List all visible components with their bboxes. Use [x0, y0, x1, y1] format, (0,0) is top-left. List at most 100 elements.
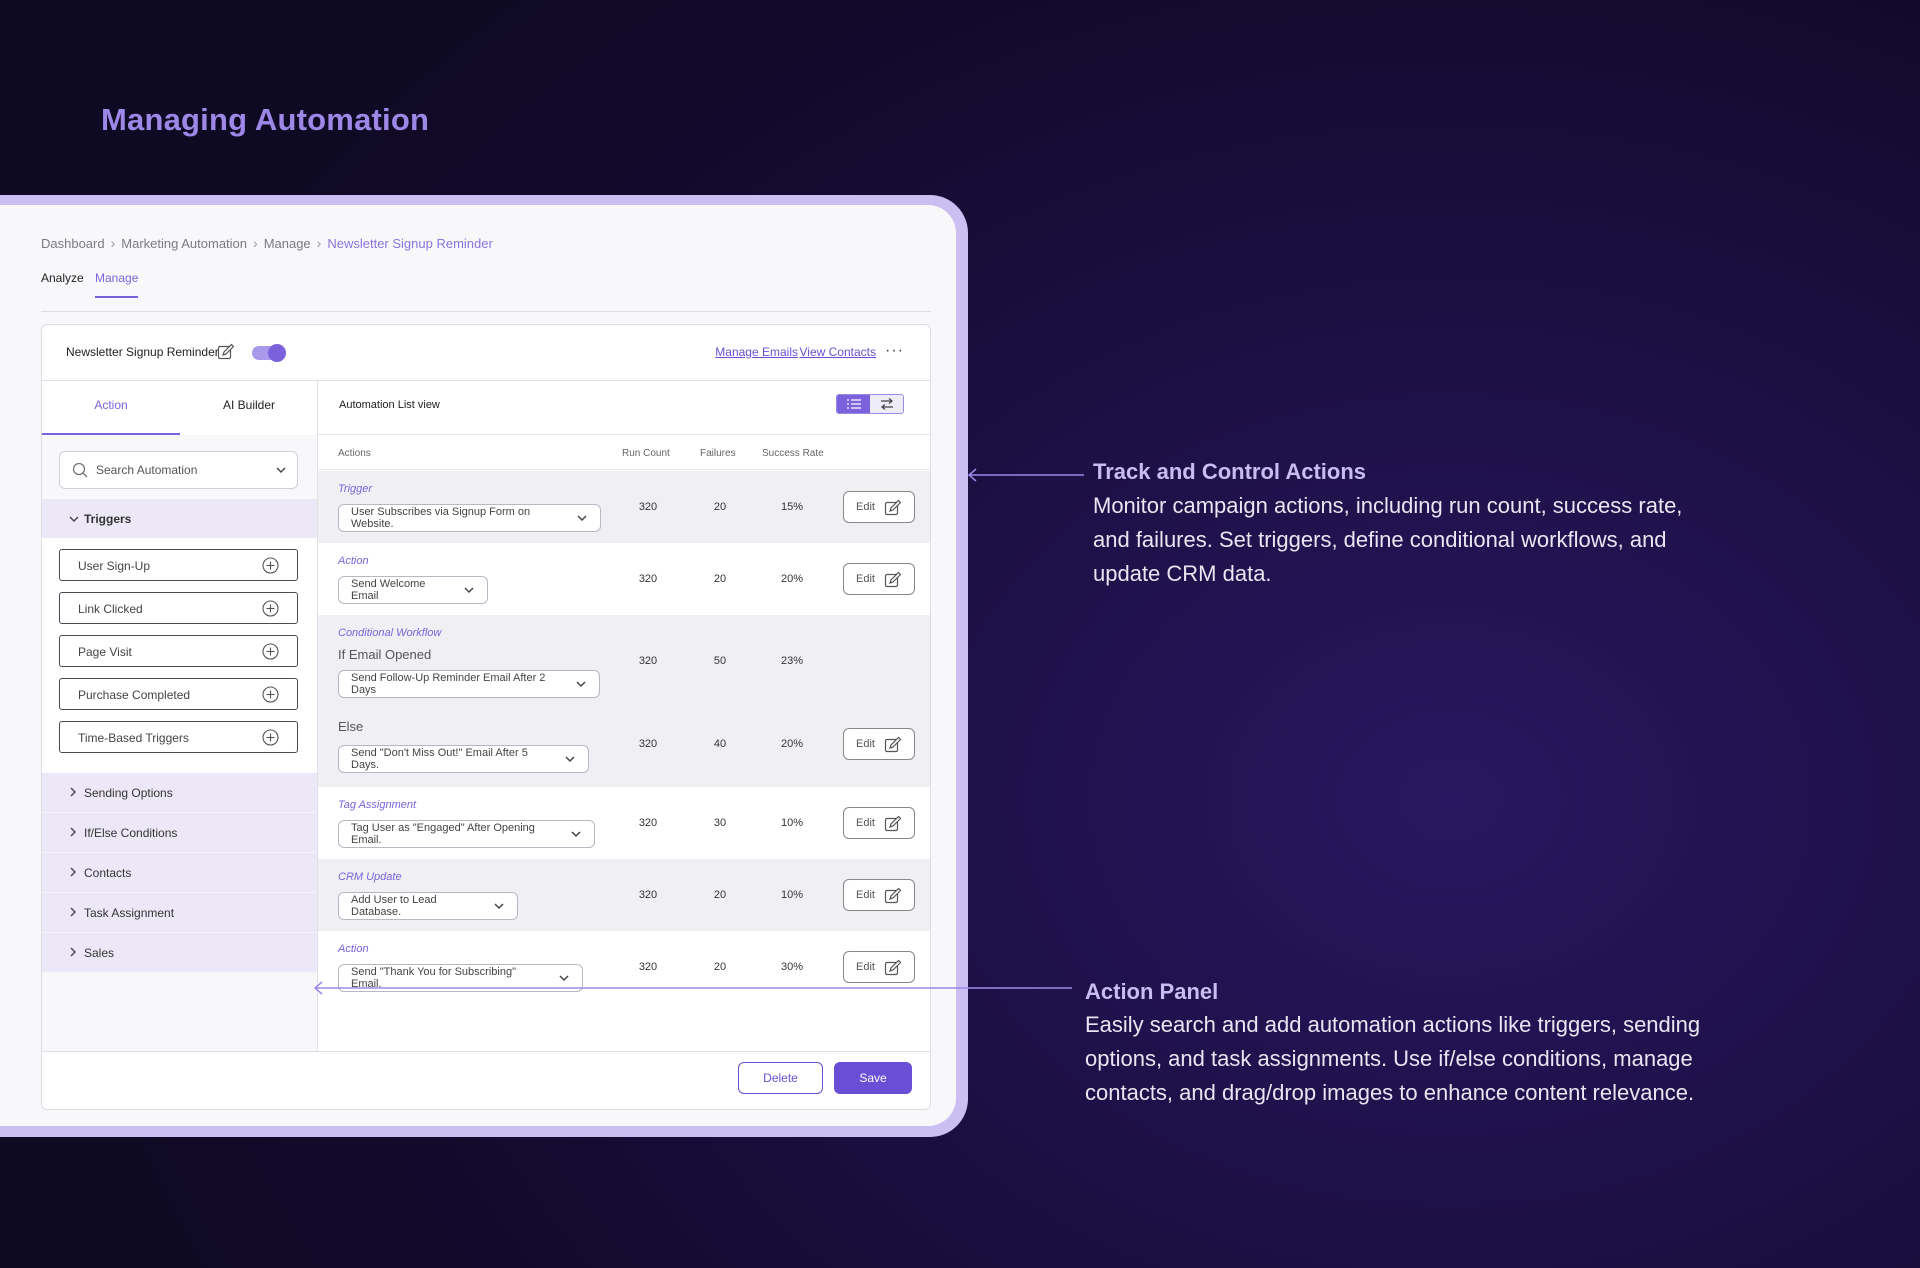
action-dropdown[interactable]: Send Welcome Email — [338, 576, 488, 604]
save-button[interactable]: Save — [834, 1062, 912, 1094]
section-label: Triggers — [84, 512, 132, 526]
edit-label: Edit — [856, 961, 875, 973]
chevron-right-icon — [68, 946, 78, 961]
search-icon — [72, 462, 88, 478]
annotation-track-title: Track and Control Actions — [1093, 459, 1367, 484]
edit-button[interactable]: Edit — [843, 728, 915, 760]
chevron-down-icon — [464, 587, 474, 594]
section-if-else-conditions[interactable]: If/Else Conditions — [42, 813, 317, 853]
run-count: 320 — [638, 738, 658, 750]
breadcrumb: Dashboard › Marketing Automation › Manag… — [41, 235, 493, 251]
manage-emails-link[interactable]: Manage Emails — [715, 345, 798, 359]
list-icon — [846, 399, 861, 409]
trigger-item[interactable]: Purchase Completed — [59, 678, 298, 710]
row-type-label: Action — [338, 555, 369, 567]
edit-button[interactable]: Edit — [843, 807, 915, 839]
section-triggers[interactable]: Triggers — [42, 499, 317, 539]
page-tabs: Analyze Manage — [41, 271, 931, 312]
trigger-item[interactable]: User Sign-Up — [59, 549, 298, 581]
action-dropdown[interactable]: Tag User as "Engaged" After Opening Emai… — [338, 820, 595, 848]
edit-button[interactable]: Edit — [843, 951, 915, 983]
automation-toggle[interactable] — [252, 344, 286, 362]
failures: 40 — [713, 738, 727, 750]
edit-label: Edit — [856, 738, 875, 750]
edit-button[interactable]: Edit — [843, 563, 915, 595]
add-circle-icon[interactable] — [262, 729, 279, 746]
chevron-down-icon — [576, 681, 586, 688]
trigger-item[interactable]: Link Clicked — [59, 592, 298, 624]
delete-button[interactable]: Delete — [738, 1062, 823, 1094]
view-contacts-link[interactable]: View Contacts — [800, 345, 876, 359]
edit-button[interactable]: Edit — [843, 879, 915, 911]
section-contacts[interactable]: Contacts — [42, 853, 317, 893]
add-circle-icon[interactable] — [262, 600, 279, 617]
more-options-icon[interactable]: ··· — [885, 342, 904, 360]
breadcrumb-marketing-automation[interactable]: Marketing Automation — [121, 236, 247, 251]
annotation-panel-desc: Easily search and add automation actions… — [1085, 1012, 1701, 1105]
edit-title-icon[interactable] — [217, 343, 235, 361]
dropdown-value: Send "Don't Miss Out!" Email After 5 Day… — [351, 747, 528, 771]
dropdown-value: Tag User as "Engaged" After Opening Emai… — [351, 822, 535, 846]
failures: 20 — [713, 889, 727, 901]
add-circle-icon[interactable] — [262, 643, 279, 660]
trigger-label: Link Clicked — [78, 602, 143, 616]
tab-manage[interactable]: Manage — [95, 271, 139, 298]
edit-icon — [884, 815, 902, 832]
table-row: Action Send Welcome Email 320 20 20% Edi… — [318, 543, 930, 615]
edit-label: Edit — [856, 817, 875, 829]
chevron-down-icon — [571, 831, 581, 838]
row-type-label: Action — [338, 943, 369, 955]
breadcrumb-current: Newsletter Signup Reminder — [327, 235, 493, 251]
section-label: If/Else Conditions — [84, 826, 178, 840]
tab-action[interactable]: Action — [42, 398, 180, 435]
col-run-count: Run Count — [622, 448, 670, 459]
row-type-label: CRM Update — [338, 871, 402, 883]
section-sending-options[interactable]: Sending Options — [42, 773, 317, 813]
action-dropdown[interactable]: Send Follow-Up Reminder Email After 2 Da… — [338, 670, 600, 698]
view-switch — [836, 394, 904, 414]
section-label: Sales — [84, 946, 115, 960]
action-panel: Action AI Builder Search Automation Trig… — [42, 381, 318, 1051]
action-dropdown[interactable]: User Subscribes via Signup Form on Websi… — [338, 504, 601, 532]
success-rate: 10% — [780, 817, 804, 829]
table-row: CRM Update Add User to Lead Database. 32… — [318, 859, 930, 931]
row-type-label: Tag Assignment — [338, 799, 417, 811]
annotation-arrow-track — [967, 468, 1084, 482]
dropdown-value: Send Welcome Email — [351, 578, 426, 602]
edit-label: Edit — [856, 501, 875, 513]
condition-label: If Email Opened — [338, 647, 432, 662]
action-dropdown[interactable]: Add User to Lead Database. — [338, 892, 518, 920]
edit-icon — [884, 736, 902, 753]
section-label: Contacts — [84, 866, 132, 880]
trigger-item[interactable]: Time-Based Triggers — [59, 721, 298, 753]
condition-label: Else — [338, 719, 364, 734]
annotation-panel-title: Action Panel — [1085, 979, 1219, 1004]
chevron-right-icon — [68, 906, 78, 921]
search-automation-input[interactable]: Search Automation — [59, 451, 298, 489]
dropdown-value: Add User to Lead Database. — [351, 894, 437, 918]
section-task-assignment[interactable]: Task Assignment — [42, 893, 317, 933]
trigger-label: User Sign-Up — [78, 559, 151, 573]
search-placeholder: Search Automation — [96, 463, 198, 477]
tab-analyze[interactable]: Analyze — [41, 271, 84, 297]
flow-view-button[interactable] — [870, 395, 903, 413]
list-view-button[interactable] — [837, 395, 870, 413]
breadcrumb-manage[interactable]: Manage — [264, 236, 311, 251]
action-dropdown[interactable]: Send "Don't Miss Out!" Email After 5 Day… — [338, 745, 589, 773]
add-circle-icon[interactable] — [262, 686, 279, 703]
chevron-down-icon — [565, 756, 575, 763]
run-count: 320 — [638, 961, 658, 973]
edit-icon — [884, 499, 902, 516]
edit-label: Edit — [856, 573, 875, 585]
run-count: 320 — [638, 501, 658, 513]
trigger-item[interactable]: Page Visit — [59, 635, 298, 667]
success-rate: 10% — [780, 889, 804, 901]
success-rate: 30% — [780, 961, 804, 973]
breadcrumb-dashboard[interactable]: Dashboard — [41, 236, 105, 251]
edit-button[interactable]: Edit — [843, 491, 915, 523]
section-sales[interactable]: Sales — [42, 933, 317, 973]
edit-icon — [884, 959, 902, 976]
add-circle-icon[interactable] — [262, 557, 279, 574]
section-label: Task Assignment — [84, 906, 175, 920]
tab-ai-builder[interactable]: AI Builder — [180, 398, 318, 435]
